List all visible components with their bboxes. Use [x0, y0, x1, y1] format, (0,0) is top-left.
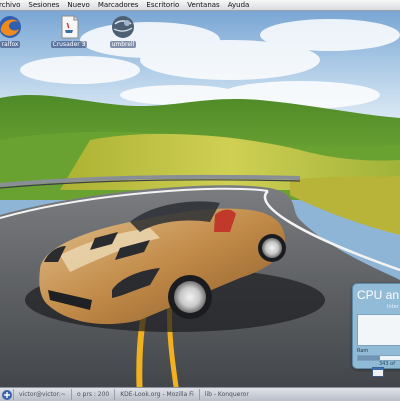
ram-usage-fill [358, 356, 380, 360]
firefox-icon [0, 16, 21, 38]
desktop-icon-label: Crusader 3 [50, 41, 88, 48]
top-menu-bar: rchivo Sesiones Nuevo Marcadores Escrito… [0, 0, 400, 11]
desktop-icon-label: ralfox [0, 41, 21, 48]
desktop-wallpaper [0, 0, 400, 400]
desktop-icon-label: umbrell [109, 41, 137, 48]
taskbar-item-konqueror[interactable]: lib - Konqueror [198, 389, 254, 400]
ram-label: Ram [357, 348, 369, 354]
menu-marcadores[interactable]: Marcadores [94, 0, 143, 10]
menu-archivo[interactable]: rchivo [0, 0, 24, 10]
cpu-monitor-widget[interactable]: CPU an Inter Ram 343 of [352, 283, 400, 369]
globe-icon [112, 16, 134, 38]
desktop-icon-firefox[interactable]: ralfox [0, 14, 36, 54]
widget-title: CPU an [357, 288, 400, 302]
menu-nuevo[interactable]: Nuevo [63, 0, 93, 10]
cpu-graph [357, 314, 400, 346]
menu-ventanas[interactable]: Ventanas [183, 0, 223, 10]
menu-escritorio[interactable]: Escritorio [142, 0, 183, 10]
window-icon[interactable] [372, 367, 384, 377]
taskbar-item-mozilla[interactable]: KDE-Look.org - Mozilla Fi [114, 389, 199, 400]
java-document-icon [61, 15, 79, 39]
taskbar: victor@victor:~ o prs : 200 KDE-Look.org… [0, 387, 400, 401]
taskbar-item-terminal[interactable]: victor@victor:~ [13, 389, 71, 400]
taskbar-item-prs[interactable]: o prs : 200 [70, 389, 114, 400]
kde-menu-icon[interactable] [1, 389, 13, 401]
desktop-icon-umbrell[interactable]: umbrell [97, 14, 149, 54]
menu-ayuda[interactable]: Ayuda [224, 0, 254, 10]
widget-subtitle: Inter [387, 304, 399, 310]
menu-sesiones[interactable]: Sesiones [24, 0, 63, 10]
desktop-icon-crusader[interactable]: Crusader 3 [43, 14, 95, 54]
